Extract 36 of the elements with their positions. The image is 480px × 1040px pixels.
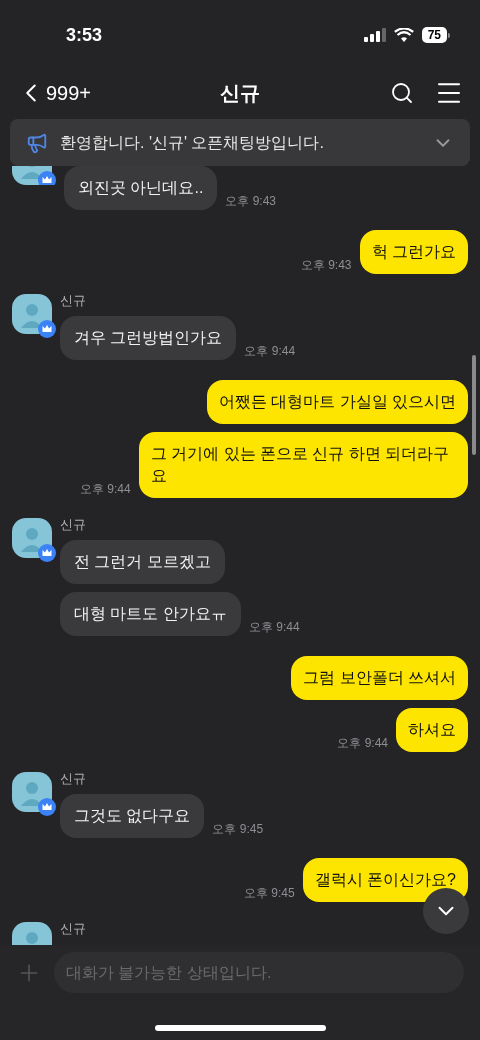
notice-text: 환영합니다. '신규' 오픈채팅방입니다. <box>60 132 324 153</box>
received-message-bubble: 외진곳 아닌데요.. <box>64 166 218 210</box>
sender-name: 신규 <box>60 771 87 786</box>
received-message-bubble: 겨우 그런방법인가요 <box>60 316 237 360</box>
status-time: 3:53 <box>66 23 103 47</box>
sender-name: 신규 <box>60 517 87 532</box>
battery-indicator: 75 <box>421 27 447 43</box>
message-time: 오후 9:43 <box>225 193 277 210</box>
sent-message-bubble: 갤럭시 폰이신가요? <box>302 858 468 902</box>
scrollbar-icon <box>472 355 476 455</box>
message-time: 오후 9:44 <box>80 481 131 498</box>
megaphone-icon <box>26 131 48 154</box>
avatar[interactable] <box>12 166 56 185</box>
sent-message-bubble: 그럼 보안폴더 쓰셔서 <box>291 656 468 700</box>
notice-banner[interactable]: 환영합니다. '신규' 오픈채팅방입니다. <box>10 119 470 166</box>
message-time: 오후 9:45 <box>243 885 295 902</box>
sender-name: 신규 <box>60 293 87 308</box>
received-message-bubble: 전 그런거 모르겠고 <box>60 540 225 584</box>
message-time: 오후 9:44 <box>248 619 300 636</box>
chat-title: 신규 <box>220 80 260 106</box>
sender-name: 신규 <box>60 921 86 936</box>
wifi-icon <box>393 28 414 42</box>
signal-icon <box>363 28 386 42</box>
sent-message-bubble: 헉 그런가요 <box>359 230 468 274</box>
message-time: 오후 9:44 <box>244 343 296 360</box>
scroll-down-button[interactable] <box>423 888 469 934</box>
back-button[interactable]: 999+ <box>16 77 92 108</box>
message-time: 오후 9:43 <box>300 257 352 274</box>
received-message-bubble: 그것도 없다구요 <box>60 794 205 838</box>
message-time: 오후 9:45 <box>212 821 264 838</box>
received-message-bubble: 대형 마트도 안가요ㅠ <box>60 592 241 636</box>
search-button[interactable] <box>390 80 414 105</box>
sent-message-bubble: 어쨌든 대형마트 가실일 있으시면 <box>206 380 468 424</box>
sent-message-bubble: 하셔요 <box>396 708 468 752</box>
message-time: 오후 9:44 <box>337 735 388 752</box>
sent-message-bubble: 그 거기에 있는 폰으로 신규 하면 되더라구요 <box>138 432 468 498</box>
